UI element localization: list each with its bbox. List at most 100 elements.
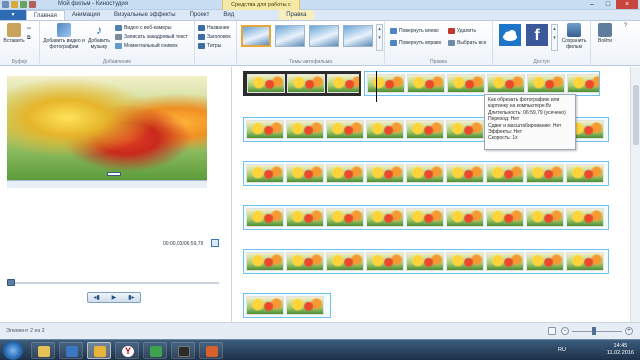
rotate-right-icon <box>390 40 397 46</box>
fullscreen-icon[interactable] <box>211 239 219 247</box>
file-menu-button[interactable]: ▾ <box>0 10 26 20</box>
caption-button[interactable]: Заголовок <box>198 33 231 41</box>
clip-first[interactable] <box>243 71 361 96</box>
clip-thumbnail <box>526 252 564 271</box>
theme-contemporary[interactable] <box>275 25 305 47</box>
play-button[interactable]: ▶ <box>105 293 122 302</box>
photos-icon <box>206 346 218 357</box>
save-movie-button[interactable]: Сохранить фильм <box>559 23 589 50</box>
taskbar-moviemaker[interactable] <box>87 342 111 359</box>
signin-button[interactable]: Войти <box>594 23 616 44</box>
clip-thumbnail <box>326 120 364 139</box>
signin-label: Войти <box>598 38 612 44</box>
zoom-in-button[interactable]: + <box>625 327 633 335</box>
themes-gallery-more[interactable]: ▴ ▾ <box>376 24 383 51</box>
help-icon[interactable]: ? <box>624 23 627 29</box>
snapshot-button[interactable]: Моментальный снимок <box>115 42 178 50</box>
film-icon <box>57 23 71 37</box>
credits-button[interactable]: Титры <box>198 42 221 50</box>
taskbar: Y RU 14:45 11.02.2016 <box>0 339 640 360</box>
yandex-icon: Y <box>122 346 134 357</box>
playhead-line[interactable] <box>376 71 377 102</box>
close-button[interactable]: × <box>616 0 638 9</box>
tulips-frame <box>7 76 207 180</box>
clip-thumbnail <box>286 208 324 227</box>
title-bar: Мой фильм - Киностудия Средства для рабо… <box>0 0 640 18</box>
narration-button[interactable]: Записать закадровый текст <box>115 33 188 41</box>
video-preview[interactable] <box>7 76 207 188</box>
clip-thumbnail <box>447 74 485 93</box>
recorder-icon <box>150 346 162 357</box>
scrollbar-thumb[interactable] <box>633 85 639 145</box>
select-all-button[interactable]: Выбрать все <box>448 39 486 47</box>
zoom-thumb[interactable] <box>592 327 596 335</box>
tab-view[interactable]: Вид <box>216 10 241 20</box>
copy-icon[interactable]: ⧉ <box>27 34 31 42</box>
seek-track[interactable] <box>7 282 219 284</box>
remove-label: Удалить <box>457 28 477 34</box>
maximize-button[interactable]: □ <box>600 0 616 9</box>
tab-project[interactable]: Проект <box>183 10 217 20</box>
clip-thumbnail <box>246 120 284 139</box>
taskbar-player[interactable] <box>171 342 195 359</box>
tab-edit[interactable]: Правка <box>279 10 314 20</box>
theme-cinematic[interactable] <box>309 25 339 47</box>
zoom-track[interactable] <box>572 331 622 332</box>
language-indicator[interactable]: RU <box>558 347 566 353</box>
webcam-button[interactable]: Видео с веб-камеры <box>115 24 171 32</box>
add-video-button[interactable]: Добавить видео и фотографии <box>42 23 86 50</box>
next-frame-button[interactable]: ▮▸ <box>123 293 140 302</box>
clip-thumbnail <box>566 252 604 271</box>
zoom-out-button[interactable]: − <box>561 327 569 335</box>
cut-icon[interactable]: ✂ <box>27 25 31 33</box>
theme-fade[interactable] <box>343 25 373 47</box>
undo-icon[interactable] <box>20 1 27 8</box>
add-music-button[interactable]: ♪ Добавить музыку <box>85 23 113 50</box>
music-note-icon: ♪ <box>96 23 102 37</box>
minimize-button[interactable]: – <box>584 0 600 9</box>
clip-thumbnail <box>326 208 364 227</box>
start-button[interactable] <box>3 341 23 360</box>
save-movie-label: Сохранить фильм <box>561 38 587 50</box>
clip-thumbnail <box>446 252 484 271</box>
remove-button[interactable]: Удалить <box>448 27 476 35</box>
taskbar-media[interactable] <box>59 342 83 359</box>
redo-icon[interactable] <box>29 1 36 8</box>
taskbar-camtasia[interactable] <box>143 342 167 359</box>
taskbar-photos[interactable] <box>199 342 223 359</box>
previous-frame-button[interactable]: ◂▮ <box>88 293 105 302</box>
onedrive-icon[interactable] <box>499 24 521 46</box>
ribbon: Вставить ✂ ⧉ Буфер Добавить видео и фото… <box>0 21 640 66</box>
vertical-scrollbar[interactable] <box>630 67 640 322</box>
save-icon[interactable] <box>11 1 18 8</box>
rotate-right-button[interactable]: Повернуть вправо <box>390 39 441 47</box>
text-group: Название Заголовок Титры <box>195 21 237 66</box>
tab-home[interactable]: Главная <box>26 10 65 20</box>
video-inner-taskbar <box>7 180 207 188</box>
taskbar-yandex[interactable]: Y <box>115 342 139 359</box>
clip-segment[interactable] <box>243 161 609 186</box>
folder-icon <box>38 346 50 357</box>
taskbar-explorer[interactable] <box>31 342 55 359</box>
clock[interactable]: 14:45 11.02.2016 <box>607 343 634 357</box>
title-button[interactable]: Название <box>198 24 229 32</box>
clip-tooltip: Как обрезать фотографию или картинку на … <box>484 94 576 150</box>
rotate-left-button[interactable]: Повернуть влево <box>390 27 439 35</box>
tab-visual-effects[interactable]: Визуальные эффекты <box>107 10 183 20</box>
clip-segment[interactable] <box>243 249 609 274</box>
clip-segment[interactable] <box>364 71 600 96</box>
clip-thumbnail <box>486 164 524 183</box>
clock-time: 14:45 <box>613 343 628 349</box>
facebook-icon[interactable]: f <box>526 24 548 46</box>
clip-segment[interactable] <box>243 205 609 230</box>
thumbnail-size-icon[interactable] <box>548 327 556 335</box>
share-gallery-more[interactable]: ▴ ▾ <box>551 24 558 51</box>
tab-animation[interactable]: Анимация <box>65 10 107 20</box>
clip-segment[interactable] <box>243 293 331 318</box>
seek-thumb[interactable] <box>7 279 15 286</box>
paste-button[interactable]: Вставить <box>3 23 25 44</box>
theme-default[interactable] <box>241 25 271 47</box>
quick-access-toolbar[interactable] <box>2 1 36 8</box>
app-menu-icon[interactable] <box>2 1 9 8</box>
clip-thumbnail <box>286 164 324 183</box>
